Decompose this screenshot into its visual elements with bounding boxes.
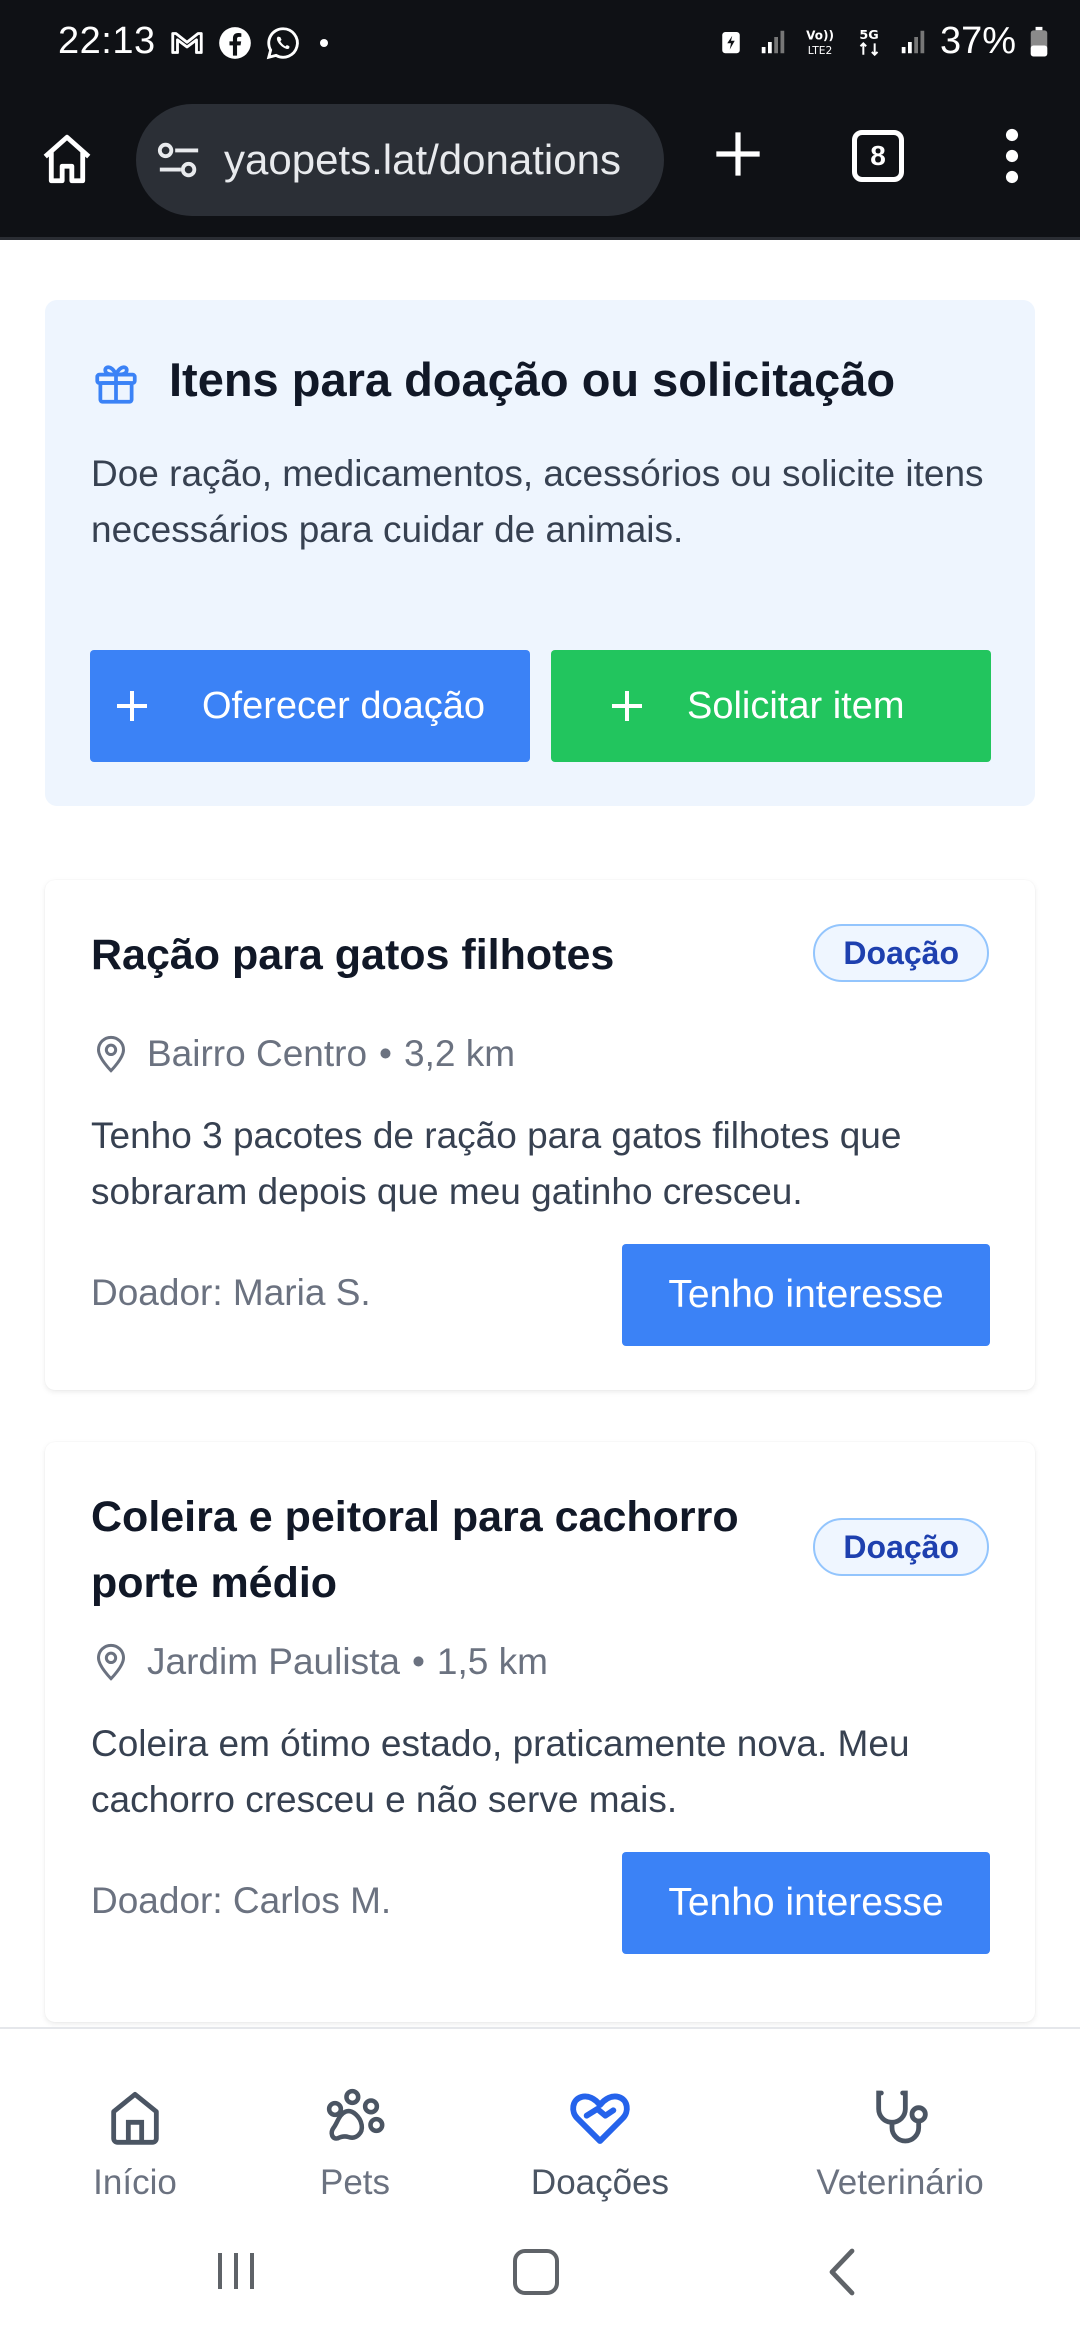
volte-icon: Vo)) LTE2	[806, 28, 834, 57]
listing-description: Coleira em ótimo estado, praticamente no…	[91, 1723, 910, 1820]
gmail-icon	[171, 32, 203, 54]
separator-dot: •	[411, 1641, 425, 1682]
paw-icon	[326, 2088, 385, 2141]
nav-label: Início	[93, 2163, 177, 2202]
stethoscope-icon	[876, 2090, 928, 2144]
svg-text:LTE2: LTE2	[808, 44, 833, 57]
distance: 3,2 km	[404, 1033, 516, 1074]
map-pin-icon	[96, 1035, 126, 1073]
donation-card: Ração para gatos filhotes Doação Bairro …	[45, 880, 1035, 1390]
donor-name: Doador: Carlos M.	[91, 1880, 392, 1921]
svg-text:5G: 5G	[859, 28, 878, 43]
location-name: Jardim Paulista	[147, 1641, 400, 1682]
back-icon[interactable]	[826, 2247, 856, 2297]
donor-name: Doador: Maria S.	[91, 1272, 371, 1313]
signal-icon	[901, 30, 925, 53]
type-badge: Doação	[813, 924, 989, 982]
nav-item-pets[interactable]: Pets	[300, 2029, 410, 2209]
offer-donation-button[interactable]: Oferecer doação	[90, 650, 530, 762]
request-item-label: Solicitar item	[687, 684, 905, 727]
listing-description: Tenho 3 pacotes de ração para gatos filh…	[91, 1115, 902, 1212]
tab-switcher-button[interactable]: 8	[852, 130, 904, 182]
plus-icon	[117, 691, 147, 721]
nav-item-inicio[interactable]: Início	[80, 2029, 190, 2209]
offer-donation-label: Oferecer doação	[202, 684, 486, 727]
donation-hero: Itens para doação ou solicitação Doe raç…	[45, 300, 1035, 806]
request-item-button[interactable]: Solicitar item	[551, 650, 991, 762]
status-time: 22:13	[58, 20, 156, 62]
nav-label: Veterinário	[816, 2163, 984, 2202]
separator-dot: •	[379, 1033, 392, 1074]
nav-label: Pets	[319, 2163, 391, 2202]
signal-icon	[761, 30, 785, 53]
svg-text:Vo)): Vo))	[806, 28, 834, 42]
home-icon[interactable]	[38, 130, 96, 188]
battery-percent: 37%	[939, 20, 1016, 62]
facebook-icon	[219, 27, 251, 59]
nav-item-veterinario[interactable]: Veterinário	[810, 2029, 990, 2209]
battery-saver-icon	[722, 31, 740, 53]
hero-description: Doe ração, medicamentos, acessórios ou s…	[91, 453, 984, 550]
distance: 1,5 km	[436, 1641, 548, 1682]
listing-title: Ração para gatos filhotes	[91, 931, 615, 979]
dot-icon	[320, 39, 328, 47]
map-pin-icon	[96, 1643, 126, 1681]
system-navigation-bar	[0, 2207, 1080, 2340]
battery-icon	[1030, 26, 1048, 56]
site-settings-icon[interactable]	[156, 140, 202, 180]
notification-icons	[168, 24, 336, 62]
system-home-icon[interactable]	[513, 2249, 559, 2295]
heart-hand-icon	[570, 2093, 630, 2144]
new-tab-icon[interactable]	[712, 128, 764, 180]
listing-location: Jardim Paulista • 1,5 km	[91, 1640, 548, 1684]
whatsapp-icon	[266, 27, 299, 60]
donation-card: Coleira e peitoral para cachorro porte m…	[45, 1442, 1035, 2022]
status-bar: 22:13 Vo)) LTE2 5G 37%	[0, 0, 1080, 90]
5g-icon: 5G	[859, 28, 879, 56]
interest-button[interactable]: Tenho interesse	[622, 1852, 990, 1954]
address-bar[interactable]: yaopets.lat/donations	[136, 104, 664, 216]
interest-button[interactable]: Tenho interesse	[622, 1244, 990, 1346]
gift-icon	[95, 365, 137, 404]
nav-item-doacoes[interactable]: Doações	[520, 2029, 680, 2209]
type-badge: Doação	[813, 1518, 989, 1576]
listing-title: Coleira e peitoral para cachorro porte m…	[91, 1493, 739, 1607]
listing-location: Bairro Centro • 3,2 km	[91, 1032, 515, 1076]
plus-icon	[612, 691, 642, 721]
url-text[interactable]: yaopets.lat/donations	[224, 136, 621, 184]
home-icon	[111, 2091, 159, 2145]
bottom-navigation: Início Pets Doações Veterinário	[0, 2027, 1080, 2207]
more-menu-icon[interactable]	[1000, 128, 1024, 184]
recent-apps-icon[interactable]	[212, 2249, 260, 2293]
browser-toolbar: yaopets.lat/donations 8	[0, 90, 1080, 240]
system-status-icons: Vo)) LTE2 5G 37%	[716, 20, 1050, 63]
location-name: Bairro Centro	[147, 1033, 368, 1074]
nav-label: Doações	[530, 2163, 670, 2202]
page-title: Itens para doação ou solicitação	[169, 353, 896, 406]
